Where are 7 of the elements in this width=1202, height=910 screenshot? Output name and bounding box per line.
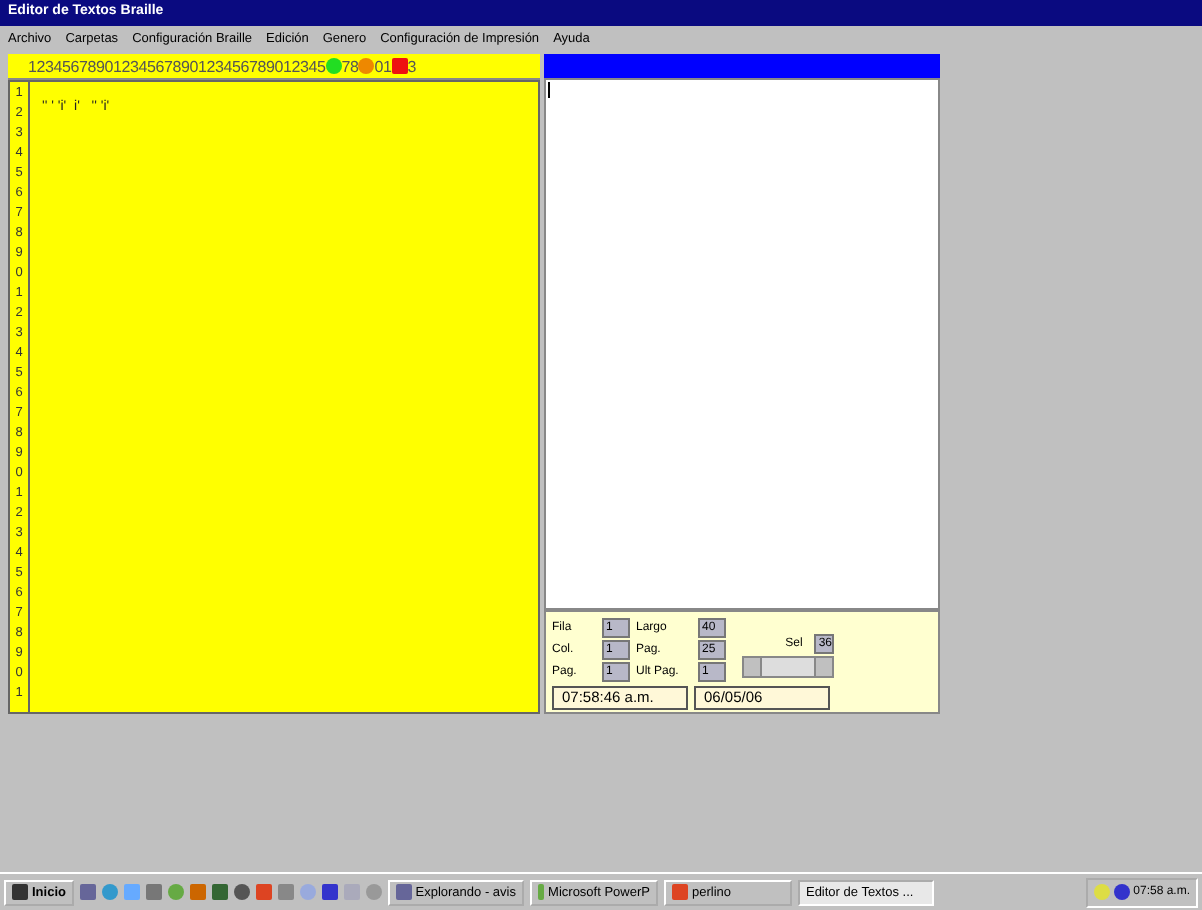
scrollbar[interactable] xyxy=(742,656,834,678)
text-caret xyxy=(548,82,550,98)
ruler-digits: 3 xyxy=(407,57,416,75)
ruler-digits: 78 xyxy=(341,57,359,75)
ruler-digits: 01 xyxy=(374,57,392,75)
ruler-digits: 12345678901234567890123456789012345 xyxy=(28,57,326,75)
windows-logo-icon xyxy=(12,884,28,900)
